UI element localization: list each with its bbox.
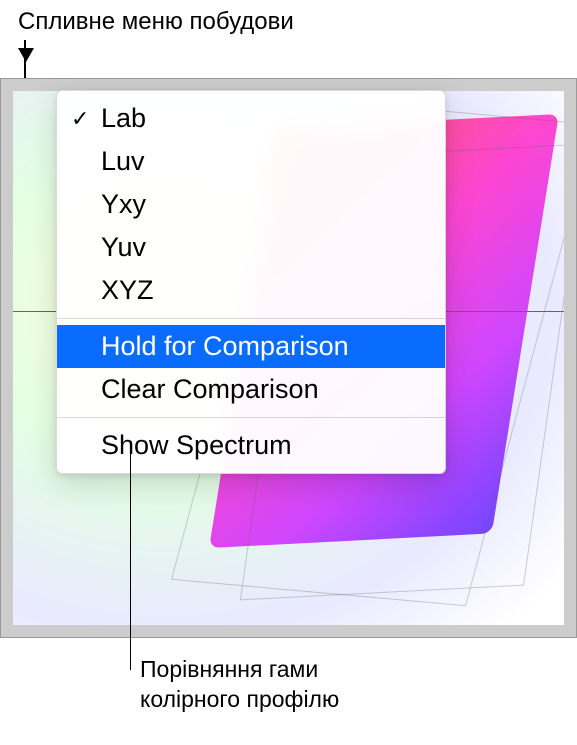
menu-item-label: Yxy — [101, 189, 146, 220]
menu-separator — [57, 318, 445, 319]
menu-item-label: Luv — [101, 146, 145, 177]
menu-item-show-spectrum[interactable]: Show Spectrum — [57, 424, 445, 467]
menu-item-lab[interactable]: ✓ Lab — [57, 97, 445, 140]
annotation-bottom-label: Порівняння гами колірного профілю — [140, 655, 339, 715]
annotation-arrow-icon — [18, 48, 34, 62]
menu-item-label: XYZ — [101, 275, 154, 306]
annotation-bottom-line1: Порівняння гами — [140, 655, 339, 685]
checkmark-icon: ✓ — [71, 106, 89, 132]
annotation-bottom-line2: колірного профілю — [140, 685, 339, 715]
menu-separator — [57, 417, 445, 418]
menu-item-xyz[interactable]: XYZ — [57, 269, 445, 312]
menu-item-yxy[interactable]: Yxy — [57, 183, 445, 226]
menu-item-label: Lab — [101, 103, 146, 134]
annotation-callout-line — [130, 450, 131, 670]
menu-item-label: Yuv — [101, 232, 146, 263]
plot-popup-menu[interactable]: ✓ Lab Luv Yxy Yuv XYZ Hold for Compariso… — [56, 90, 446, 474]
menu-item-yuv[interactable]: Yuv — [57, 226, 445, 269]
menu-item-hold-comparison[interactable]: Hold for Comparison — [57, 325, 445, 368]
menu-item-label: Hold for Comparison — [101, 331, 349, 362]
menu-item-luv[interactable]: Luv — [57, 140, 445, 183]
annotation-top-label: Спливне меню побудови — [18, 8, 294, 36]
menu-item-clear-comparison[interactable]: Clear Comparison — [57, 368, 445, 411]
menu-item-label: Clear Comparison — [101, 374, 319, 405]
